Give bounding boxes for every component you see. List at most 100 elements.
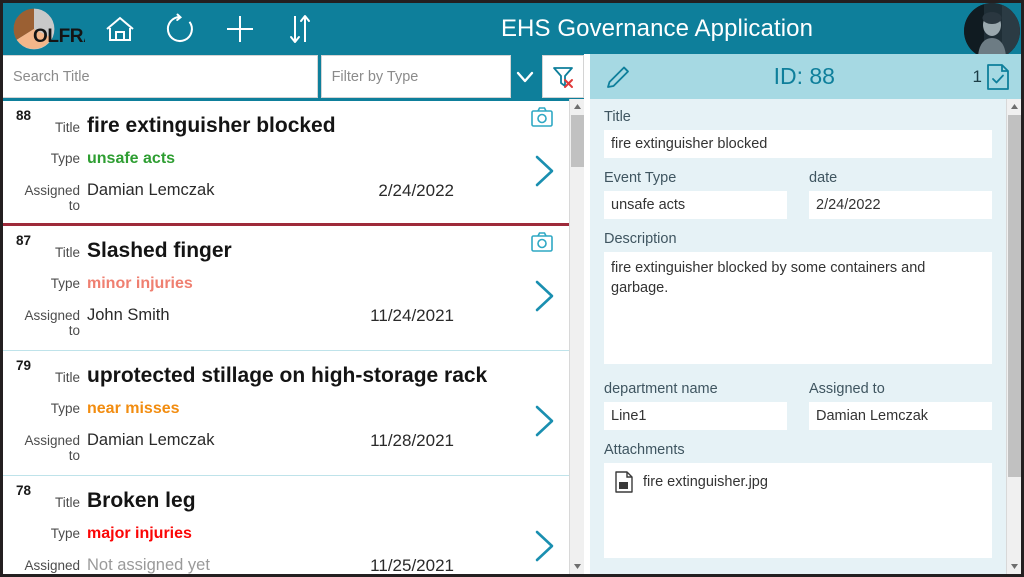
save-button[interactable]: 1 <box>973 63 1011 91</box>
add-icon[interactable] <box>223 12 257 46</box>
save-count: 1 <box>972 66 982 86</box>
assigned-to-input[interactable] <box>809 402 992 430</box>
list-item-open-button[interactable] <box>527 151 561 191</box>
event-type-label: Event Type <box>604 170 677 186</box>
detail-scrollbar-thumb[interactable] <box>1008 115 1021 477</box>
scroll-down-arrow-icon[interactable] <box>570 559 585 574</box>
open-detail-chevron-icon <box>535 155 554 187</box>
list-item-id: 88 <box>16 108 32 123</box>
list-item-open-button[interactable] <box>527 401 561 441</box>
detail-form-panel: Title Event Type date Description <box>590 99 1021 574</box>
department-input[interactable] <box>604 402 787 430</box>
type-label: Type <box>50 151 80 167</box>
date-label: date <box>809 170 838 186</box>
list-item-assignee: Damian Lemczak <box>87 431 215 450</box>
field-row-department-assigned: department name Assigned to <box>604 381 992 430</box>
scroll-down-arrow-icon[interactable] <box>1007 559 1021 574</box>
open-detail-chevron-icon <box>535 405 554 437</box>
app-logo[interactable]: OLFRA <box>7 6 85 52</box>
assigned-to-label: Assigned to <box>809 381 885 397</box>
title-input[interactable] <box>604 130 992 158</box>
type-filter-input[interactable] <box>320 55 511 98</box>
event-list-panel: 88 Title fire extinguisher blocked Type unsa… <box>3 99 584 574</box>
pencil-icon <box>607 66 629 88</box>
event-list: 88 Title fire extinguisher blocked Type unsa… <box>3 101 569 574</box>
assigned-to-label: Assigned to <box>24 558 80 574</box>
open-detail-chevron-icon <box>535 530 554 562</box>
camera-icon <box>531 107 553 127</box>
chevron-down-icon[interactable] <box>511 55 540 98</box>
sort-icon[interactable] <box>283 12 317 46</box>
field-date: date <box>809 170 992 219</box>
list-item-type: near misses <box>87 400 180 418</box>
field-row-type-date: Event Type date <box>604 170 992 219</box>
list-item-id: 78 <box>16 483 32 498</box>
avatar-image <box>964 3 1020 59</box>
field-event-type: Event Type <box>604 170 787 219</box>
detail-scrollbar[interactable] <box>1006 99 1021 574</box>
list-item-open-button[interactable] <box>527 276 561 316</box>
list-item-open-button[interactable] <box>527 526 561 566</box>
filter-clear-icon <box>553 66 574 88</box>
save-document-check-icon <box>987 63 1009 90</box>
list-item-date: 11/25/2021 <box>370 556 454 574</box>
list-item[interactable]: 79 Title uprotected stillage on high-stora… <box>3 351 569 476</box>
attachment-name: fire extinguisher.jpg <box>643 474 768 490</box>
field-department: department name <box>604 381 787 430</box>
list-item-type: unsafe acts <box>87 150 176 168</box>
description-textarea[interactable] <box>604 252 992 364</box>
camera-icon <box>531 232 553 252</box>
list-item-type: major injuries <box>87 525 192 543</box>
assigned-to-label: Assigned to <box>24 433 80 464</box>
svg-text:OLFRA: OLFRA <box>33 26 85 47</box>
field-assigned-to: Assigned to <box>809 381 992 430</box>
user-avatar[interactable] <box>964 3 1020 59</box>
list-scrollbar[interactable] <box>569 99 584 574</box>
type-label: Type <box>50 526 80 542</box>
date-input[interactable] <box>809 191 992 219</box>
list-item-date: 2/24/2022 <box>378 181 454 201</box>
camera-icon[interactable] <box>531 107 553 127</box>
list-item-title: Broken leg <box>87 489 196 512</box>
list-item[interactable]: 88 Title fire extinguisher blocked Type unsa… <box>3 101 569 226</box>
assigned-to-label: Assigned to <box>24 308 80 339</box>
description-label: Description <box>604 231 677 247</box>
refresh-icon[interactable] <box>163 12 197 46</box>
edit-button[interactable] <box>600 59 636 95</box>
list-item-title: uprotected stillage on high-storage rack <box>87 364 488 387</box>
clear-filter-button[interactable] <box>542 55 584 98</box>
scroll-up-arrow-icon[interactable] <box>570 99 585 114</box>
list-item[interactable]: 87 Title Slashed finger Type minor injuries A… <box>3 226 569 351</box>
search-input[interactable] <box>3 55 318 98</box>
scroll-up-arrow-icon[interactable] <box>1007 99 1021 114</box>
attachment-item[interactable]: fire extinguisher.jpg <box>614 471 982 493</box>
attachments-label: Attachments <box>604 442 685 458</box>
home-icon[interactable] <box>103 12 137 46</box>
detail-form: Title Event Type date Description <box>590 99 1006 570</box>
list-item[interactable]: 78 Title Broken leg Type major injuries Assig… <box>3 476 569 574</box>
detail-header: ID: 88 1 <box>590 54 1021 99</box>
assigned-to-label: Assigned to <box>24 183 80 214</box>
type-filter-group <box>320 55 511 98</box>
attachments-list: fire extinguisher.jpg <box>604 463 992 558</box>
list-item-date: 11/24/2021 <box>370 306 454 326</box>
list-item-date: 11/28/2021 <box>370 431 454 451</box>
list-item-title: Slashed finger <box>87 239 232 262</box>
open-detail-chevron-icon <box>535 280 554 312</box>
detail-id-title: ID: 88 <box>773 63 835 89</box>
type-label: Type <box>50 401 80 417</box>
department-label: department name <box>604 381 718 397</box>
field-description: Description <box>604 231 992 369</box>
event-type-input[interactable] <box>604 191 787 219</box>
list-item-type: minor injuries <box>87 275 193 293</box>
top-bar: OLFRA <box>3 3 1021 54</box>
filter-bar <box>3 54 584 99</box>
list-item-assignee: Damian Lemczak <box>87 181 215 200</box>
list-item-title: fire extinguisher blocked <box>87 114 336 137</box>
list-scrollbar-thumb[interactable] <box>571 115 584 167</box>
title-label: Title <box>604 109 631 125</box>
list-item-id: 87 <box>16 233 32 248</box>
camera-icon[interactable] <box>531 232 553 252</box>
olfra-logo-icon: OLFRA <box>12 6 85 51</box>
list-item-assignee: Not assigned yet <box>87 556 210 574</box>
